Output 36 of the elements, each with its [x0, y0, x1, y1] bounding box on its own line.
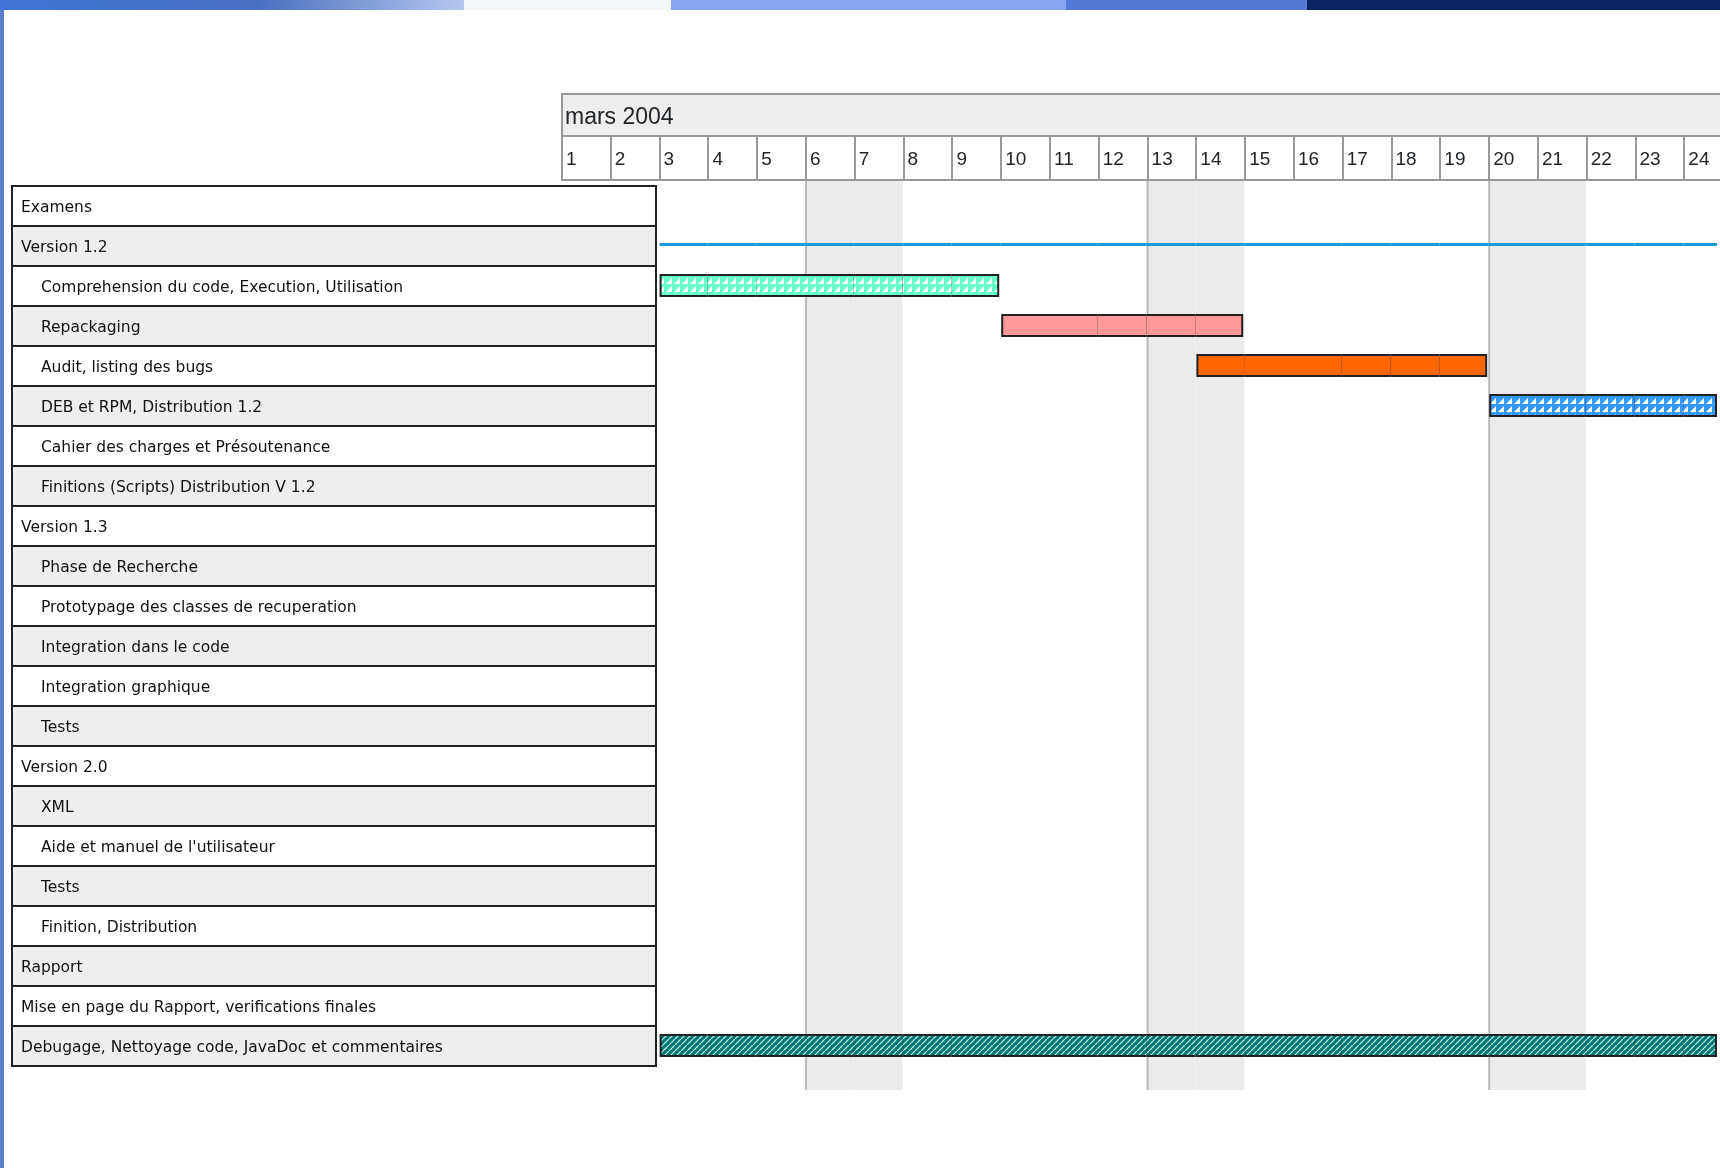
- month-header: mars 2004: [561, 93, 1720, 137]
- day-header: 6: [805, 137, 854, 181]
- task-name: Rapport: [13, 947, 655, 987]
- day-header: 15: [1244, 137, 1293, 181]
- day-header: 12: [1097, 137, 1147, 181]
- day-header: 16: [1292, 137, 1342, 181]
- task-name: Integration dans le code: [13, 627, 655, 667]
- task-name: Tests: [13, 867, 655, 907]
- day-header: 19: [1439, 137, 1489, 181]
- day-header: 2: [609, 137, 659, 181]
- day-header: 9: [951, 137, 1001, 181]
- day-header: 14: [1195, 137, 1245, 181]
- day-header: 7: [853, 137, 903, 181]
- day-header: 10: [1000, 137, 1049, 181]
- day-header: 18: [1390, 137, 1440, 181]
- day-header: 21: [1536, 137, 1586, 181]
- task-name: Phase de Recherche: [13, 547, 655, 587]
- day-header: 3: [658, 137, 708, 181]
- day-header: 24: [1683, 137, 1720, 181]
- task-name: XML: [13, 787, 655, 827]
- day-header: 17: [1341, 137, 1391, 181]
- day-header: 13: [1146, 137, 1196, 181]
- day-header: 4: [707, 137, 757, 181]
- task-name: Finitions (Scripts) Distribution V 1.2: [13, 467, 655, 507]
- day-header: 23: [1634, 137, 1684, 181]
- task-name: Tests: [13, 707, 655, 747]
- day-header: 1: [561, 137, 610, 181]
- task-name: Version 1.2: [13, 227, 655, 267]
- day-header: 22: [1585, 137, 1635, 181]
- day-header: 5: [756, 137, 805, 181]
- day-header: 20: [1488, 137, 1537, 181]
- task-name: DEB et RPM, Distribution 1.2: [13, 387, 655, 427]
- task-name: Repackaging: [13, 307, 655, 347]
- day-header: 8: [902, 137, 952, 181]
- task-name: Debugage, Nettoyage code, JavaDoc et commentaires: [13, 1027, 655, 1067]
- day-header: 11: [1048, 137, 1098, 181]
